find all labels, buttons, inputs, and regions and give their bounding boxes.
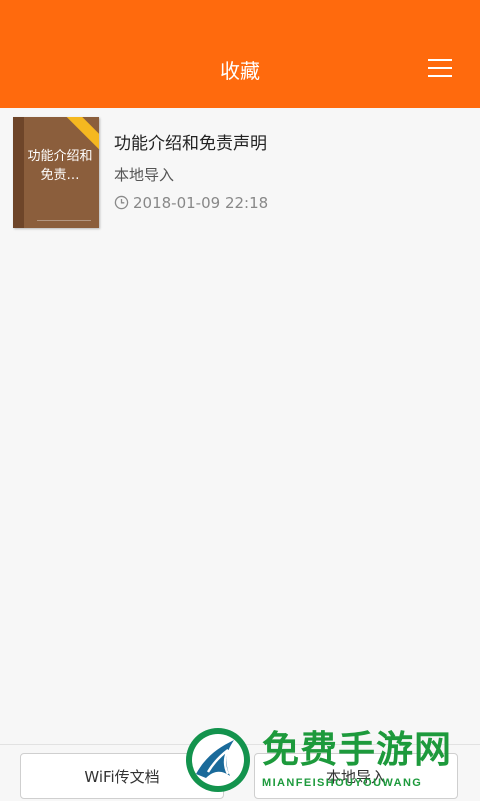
menu-icon-line [428,67,452,69]
book-list-item[interactable]: 功能介绍和免责… 功能介绍和免责声明 本地导入 2018-01-09 22:18 [0,108,480,234]
bottom-toolbar: WiFi传文档 本地导入 [0,744,480,801]
cover-title: 功能介绍和免责… [27,149,93,183]
page-title: 收藏 [220,59,260,83]
book-title: 功能介绍和免责声明 [114,134,267,154]
clock-icon [114,195,129,210]
app-header: 收藏 [0,0,480,108]
book-source: 本地导入 [114,166,175,184]
book-cover[interactable]: 功能介绍和免责… [13,117,99,228]
wifi-transfer-button[interactable]: WiFi传文档 [20,753,224,799]
book-time-text: 2018-01-09 22:18 [133,194,269,212]
book-timestamp: 2018-01-09 22:18 [114,192,268,214]
cover-divider [37,220,91,221]
local-import-button[interactable]: 本地导入 [254,753,458,799]
cover-spine [13,117,24,228]
menu-icon[interactable] [426,56,456,82]
menu-icon-line [428,59,452,61]
menu-icon-line [428,75,452,77]
